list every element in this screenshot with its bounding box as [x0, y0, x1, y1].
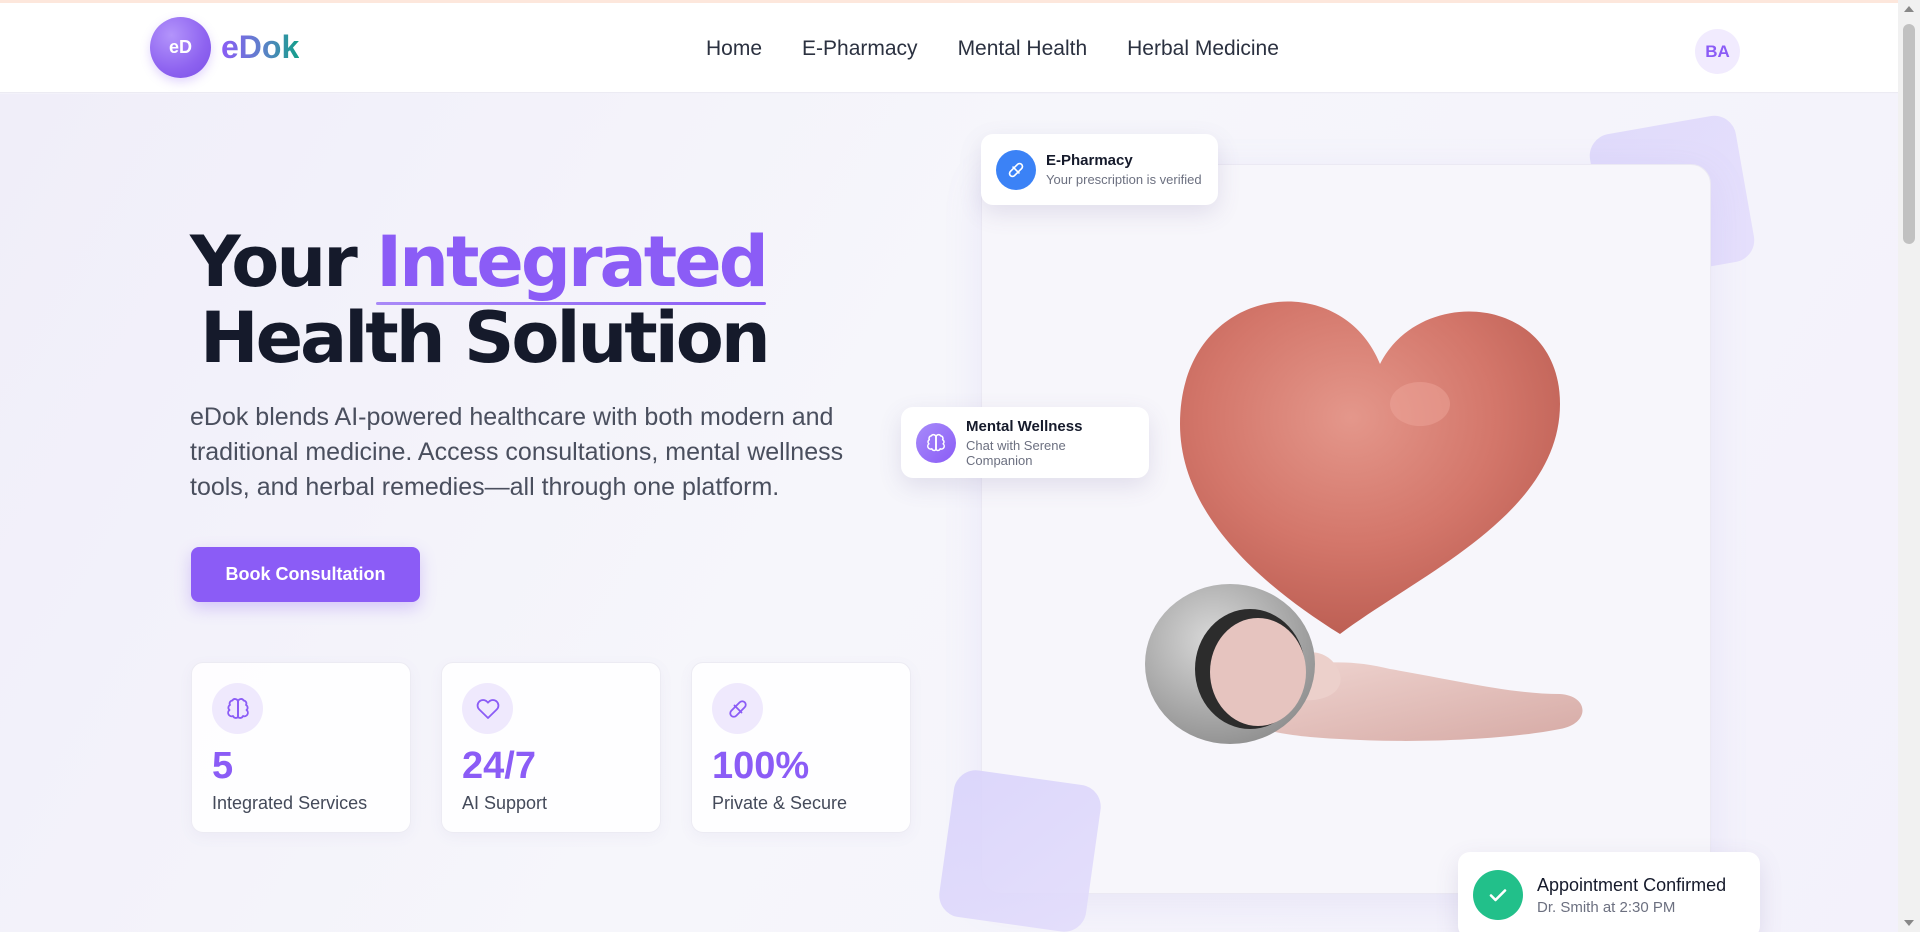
hero-section: Your Integrated Health Solution eDok ble… — [0, 94, 1898, 932]
main-nav: Home E-Pharmacy Mental Health Herbal Med… — [706, 37, 1279, 61]
nav-e-pharmacy[interactable]: E-Pharmacy — [802, 37, 918, 61]
hero-title-prefix: Your — [190, 221, 358, 303]
nav-herbal-medicine[interactable]: Herbal Medicine — [1127, 37, 1279, 61]
logo-badge: eD — [150, 17, 211, 78]
site-header: eD eDok Home E-Pharmacy Mental Health He… — [0, 3, 1898, 93]
float-card-text: Appointment Confirmed Dr. Smith at 2:30 … — [1537, 875, 1726, 916]
pill-icon — [996, 149, 1036, 190]
brain-icon — [916, 422, 956, 463]
e-pharmacy-card[interactable]: E-Pharmacy Your prescription is verified — [981, 134, 1218, 205]
float-card-title: Mental Wellness — [966, 417, 1083, 435]
float-card-title: Appointment Confirmed — [1537, 874, 1727, 895]
float-card-subtitle: Dr. Smith at 2:30 PM — [1537, 898, 1676, 916]
float-card-text: E-Pharmacy Your prescription is verified — [1046, 152, 1202, 187]
pill-icon — [712, 683, 763, 734]
stat-card-support: 24/7 AI Support — [441, 662, 661, 833]
stat-label: Private & Secure — [712, 793, 848, 813]
stat-label: AI Support — [462, 793, 548, 813]
hero-title-line1: Your Integrated — [190, 221, 769, 303]
stat-value: 100% — [712, 745, 810, 787]
check-icon — [1473, 870, 1523, 920]
scroll-down-arrow-icon[interactable] — [1904, 920, 1914, 926]
appointment-confirmed-card[interactable]: Appointment Confirmed Dr. Smith at 2:30 … — [1458, 852, 1760, 932]
nav-home[interactable]: Home — [706, 37, 762, 61]
mental-wellness-card[interactable]: Mental Wellness Chat with Serene Compani… — [901, 407, 1149, 478]
stat-card-services: 5 Integrated Services — [191, 662, 411, 833]
logo-text: eDok — [221, 29, 300, 65]
float-card-subtitle: Your prescription is verified — [1046, 172, 1202, 187]
float-card-subtitle: Chat with Serene Companion — [966, 437, 1066, 468]
heart-icon — [462, 683, 513, 734]
decorative-square — [936, 767, 1104, 932]
vertical-scrollbar[interactable] — [1898, 0, 1920, 932]
stat-card-privacy: 100% Private & Secure — [691, 662, 911, 833]
hero-title-line2: Health Solution — [200, 297, 771, 379]
user-avatar[interactable]: BA — [1695, 29, 1740, 74]
heart-in-hand-illustration — [1145, 301, 1583, 744]
float-card-title: E-Pharmacy — [1046, 152, 1133, 169]
hero-title-accent: Integrated — [376, 221, 769, 303]
stat-value: 24/7 — [462, 745, 536, 787]
logo[interactable]: eD eDok — [150, 17, 299, 78]
stat-label: Integrated Services — [212, 793, 368, 813]
brain-icon — [212, 683, 263, 734]
scroll-up-arrow-icon[interactable] — [1904, 6, 1914, 12]
book-consultation-button[interactable]: Book Consultation — [191, 547, 420, 602]
stat-value: 5 — [212, 745, 234, 787]
hero-description: eDok blends AI-powered healthcare with b… — [190, 403, 844, 501]
float-card-text: Mental Wellness Chat with Serene Compani… — [966, 418, 1134, 468]
nav-mental-health[interactable]: Mental Health — [958, 37, 1088, 61]
hero-title: Your Integrated Health Solution — [190, 221, 771, 379]
scroll-thumb[interactable] — [1903, 24, 1915, 244]
